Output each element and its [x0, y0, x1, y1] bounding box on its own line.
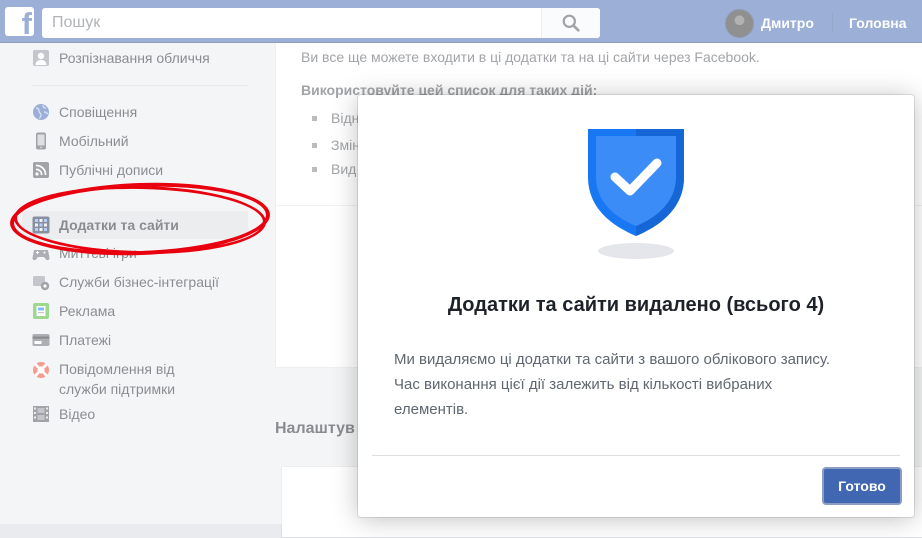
done-button[interactable]: Готово	[824, 469, 900, 503]
shield-check-icon	[588, 129, 684, 259]
apps-removed-dialog: Додатки та сайти видалено (всього 4) Ми …	[358, 95, 914, 517]
dialog-message: Ми видаляємо ці додатки та сайти з вашог…	[394, 351, 831, 418]
dialog-title: Додатки та сайти видалено (всього 4)	[447, 294, 825, 316]
dialog-footer-divider	[372, 455, 900, 456]
